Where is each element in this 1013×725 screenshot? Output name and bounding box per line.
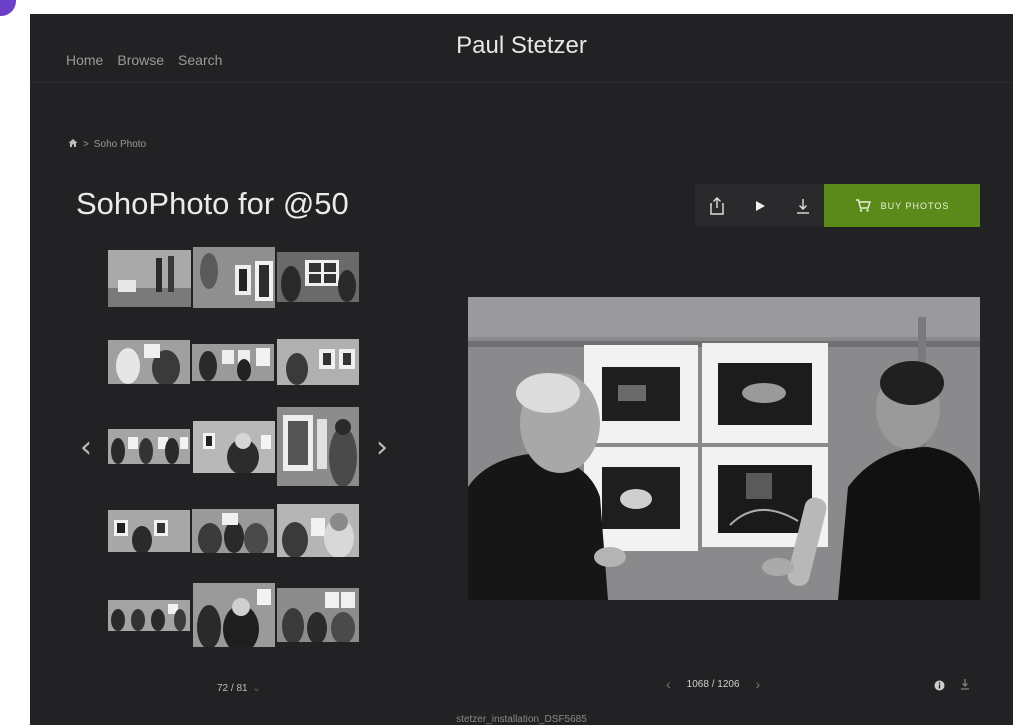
gallery-title: SohoPhoto for @50: [76, 186, 349, 221]
photo-prev-button[interactable]: ‹: [666, 676, 671, 692]
thumbnails-prev-arrow[interactable]: ‹: [80, 430, 92, 465]
thumbnail[interactable]: [108, 510, 190, 552]
photo-filename: stetzer_installation_DSF5685: [456, 714, 587, 725]
thumbnail[interactable]: [193, 583, 275, 647]
slideshow-button[interactable]: [738, 184, 781, 227]
thumbnail[interactable]: [277, 504, 359, 557]
download-icon[interactable]: [960, 677, 970, 695]
thumbnail[interactable]: [192, 509, 274, 553]
thumbnail[interactable]: [277, 339, 359, 385]
main-photo[interactable]: [468, 297, 980, 600]
thumbnail-page-counter-text: 72 / 81: [217, 683, 248, 694]
thumbnail[interactable]: [277, 252, 359, 302]
thumbnail[interactable]: [108, 600, 190, 631]
thumbnail[interactable]: [277, 588, 359, 642]
buy-photos-button[interactable]: BUY PHOTOS: [824, 184, 980, 227]
home-icon[interactable]: [68, 138, 78, 151]
top-bar: Home Browse Search Paul Stetzer: [30, 14, 1013, 83]
photo-counter: 1068 / 1206: [686, 678, 740, 690]
cart-icon: [855, 199, 871, 212]
thumbnail-page-counter[interactable]: 72 / 81 ⌄: [217, 683, 261, 694]
thumbnail[interactable]: [108, 340, 190, 384]
photo-next-button[interactable]: ›: [756, 676, 761, 692]
photo-nav: ‹ 1068 / 1206 ›: [666, 676, 760, 692]
share-button[interactable]: [695, 184, 738, 227]
corner-decoration: [0, 0, 16, 16]
thumbnail[interactable]: [277, 407, 359, 486]
thumbnail[interactable]: [192, 344, 274, 381]
photo-toolbar: BUY PHOTOS: [695, 184, 980, 227]
chevron-down-icon: ⌄: [252, 683, 261, 694]
share-icon: [709, 196, 724, 215]
buy-photos-label: BUY PHOTOS: [880, 200, 950, 211]
thumbnails-next-arrow[interactable]: ›: [376, 430, 388, 465]
thumbnail[interactable]: [108, 429, 190, 464]
breadcrumb-current[interactable]: Soho Photo: [94, 139, 146, 150]
thumbnail[interactable]: [108, 250, 191, 307]
info-icon[interactable]: [934, 678, 945, 696]
breadcrumb-separator: >: [83, 139, 89, 150]
breadcrumb: > Soho Photo: [68, 138, 146, 151]
download-icon: [796, 198, 809, 214]
site-title[interactable]: Paul Stetzer: [30, 32, 1013, 60]
thumbnail[interactable]: [193, 247, 275, 308]
download-button[interactable]: [781, 184, 824, 227]
play-icon: [755, 200, 765, 211]
page-frame: Home Browse Search Paul Stetzer > Soho P…: [30, 14, 1013, 725]
thumbnail[interactable]: [193, 421, 275, 473]
